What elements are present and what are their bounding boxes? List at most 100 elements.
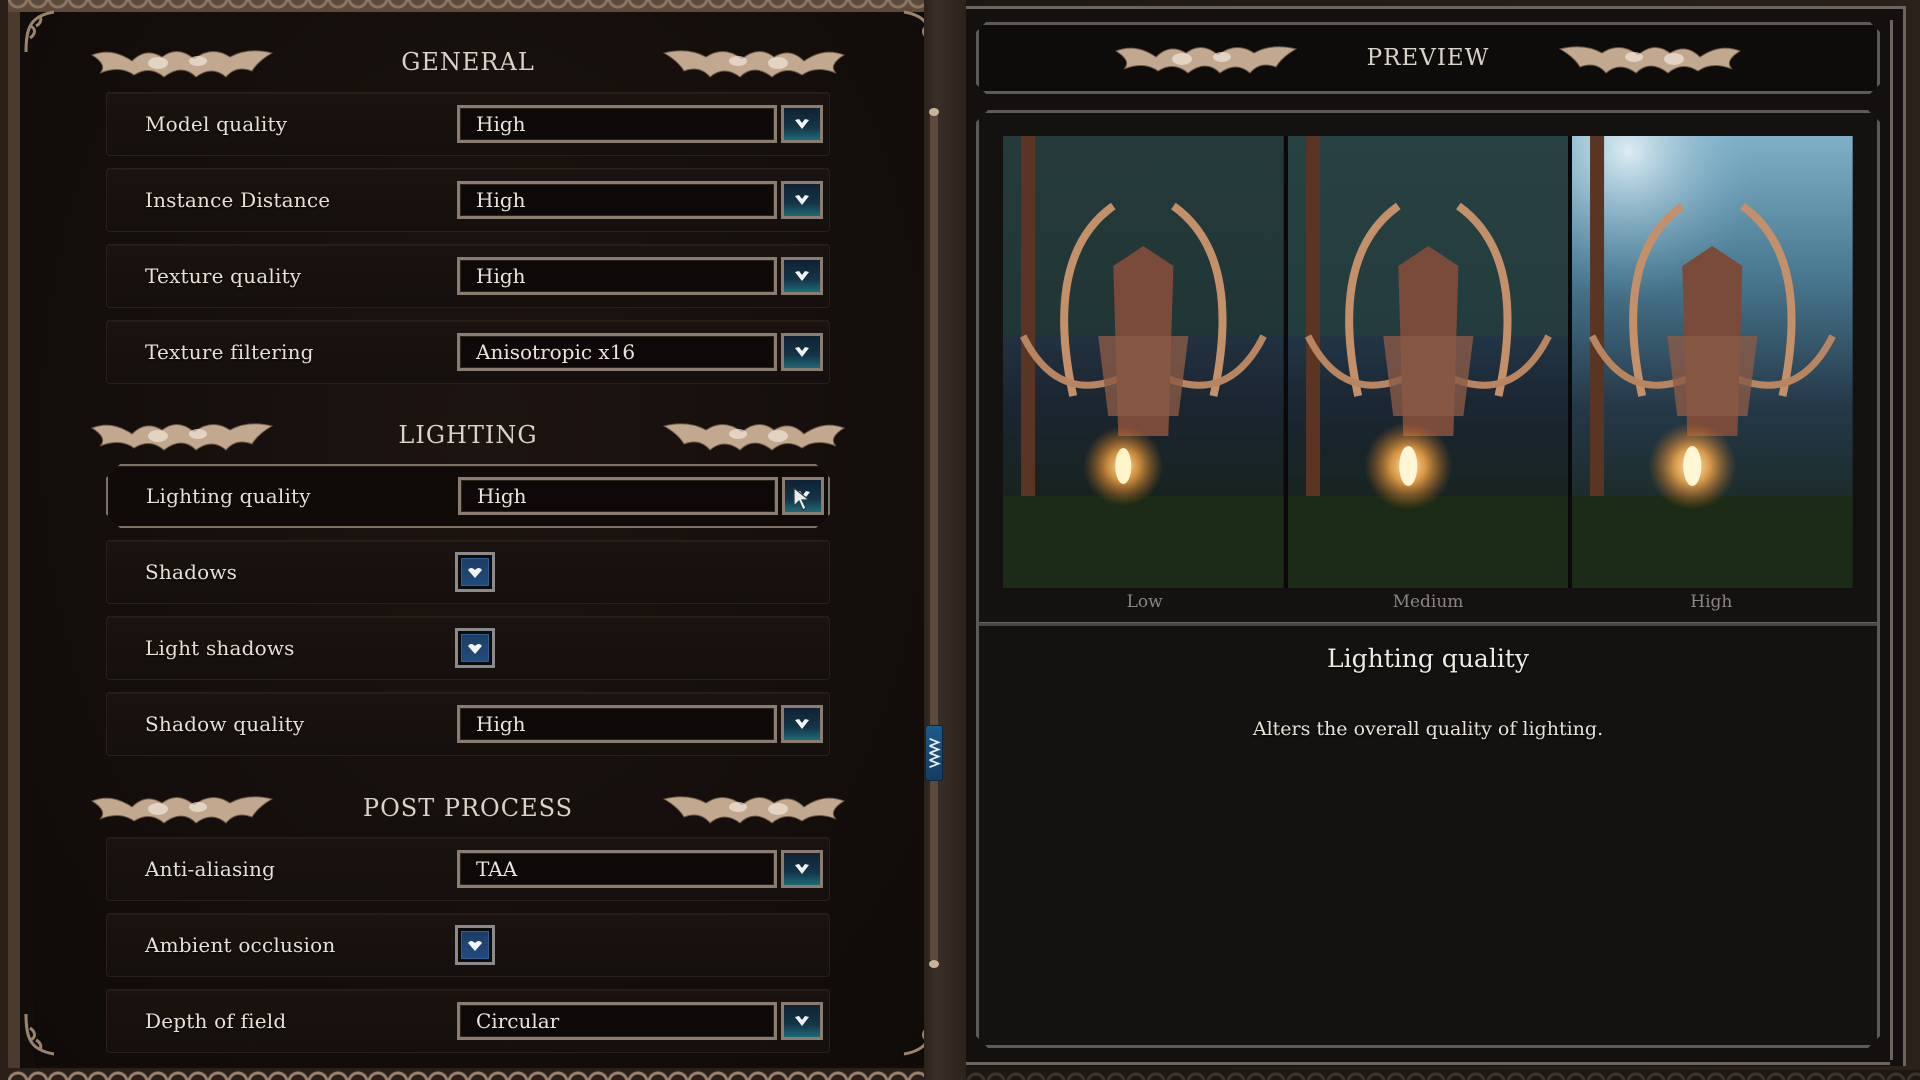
filigree-ornament-icon	[1549, 41, 1744, 75]
preview-label-medium: Medium	[1392, 592, 1464, 612]
checkbox-fill	[461, 558, 489, 586]
bottom-border-decoration	[966, 1070, 1920, 1080]
filigree-ornament-icon	[88, 791, 283, 825]
setting-row-anti-aliasing: Anti-aliasing TAA	[106, 837, 830, 901]
section-header-lighting: LIGHTING	[88, 415, 848, 455]
chevron-down-icon	[795, 1016, 809, 1026]
checkbox-fill	[461, 931, 489, 959]
preview-image-strip	[1003, 136, 1854, 588]
setting-row-model-quality: Model quality High	[106, 92, 830, 156]
chevron-down-icon	[795, 271, 809, 281]
top-border-decoration	[8, 0, 938, 12]
chevron-down-icon	[795, 195, 809, 205]
depth-of-field-dropdown[interactable]: Circular	[457, 1002, 823, 1040]
dropdown-button[interactable]	[781, 1002, 823, 1040]
setting-label: Model quality	[145, 112, 288, 136]
chevron-down-icon	[795, 719, 809, 729]
setting-row-ambient-occlusion: Ambient occlusion	[106, 913, 830, 977]
setting-row-light-shadows: Light shadows	[106, 616, 830, 680]
filigree-ornament-icon	[1112, 41, 1307, 75]
dropdown-button[interactable]	[781, 257, 823, 295]
light-shadows-checkbox[interactable]	[455, 628, 495, 668]
preview-label-low: Low	[1126, 592, 1163, 612]
setting-row-shadow-quality: Shadow quality High	[106, 692, 830, 756]
preview-separator	[979, 622, 1877, 626]
preview-image-medium	[1287, 136, 1569, 588]
setting-label: Instance Distance	[145, 188, 331, 212]
dropdown-value[interactable]: High	[457, 257, 777, 295]
setting-row-texture-quality: Texture quality High	[106, 244, 830, 308]
scroll-grip-icon	[929, 737, 941, 769]
shadows-checkbox[interactable]	[455, 552, 495, 592]
preview-title: PREVIEW	[1366, 45, 1490, 71]
chevron-down-icon	[795, 864, 809, 874]
dropdown-value[interactable]: High	[457, 705, 777, 743]
checkbox-fill	[461, 634, 489, 662]
section-header-post-process: POST PROCESS	[88, 788, 848, 828]
scrollbar-end-cap	[929, 108, 939, 116]
checkmark-icon	[468, 644, 482, 654]
dropdown-value[interactable]: TAA	[457, 850, 777, 888]
preview-frame-edge	[1890, 20, 1893, 1060]
section-title: LIGHTING	[398, 421, 538, 449]
scrollbar-track[interactable]	[930, 110, 938, 960]
section-title: GENERAL	[401, 48, 535, 76]
preview-image-labels: Low Medium High	[1003, 592, 1853, 616]
texture-filtering-dropdown[interactable]: Anisotropic x16	[457, 333, 823, 371]
setting-label: Texture filtering	[145, 340, 314, 364]
description-title: Lighting quality	[1327, 644, 1529, 673]
chevron-down-icon	[795, 119, 809, 129]
setting-label: Light shadows	[145, 636, 295, 660]
setting-row-texture-filtering: Texture filtering Anisotropic x16	[106, 320, 830, 384]
section-title: POST PROCESS	[362, 794, 574, 822]
mouse-pointer-icon	[792, 486, 814, 512]
setting-label: Anti-aliasing	[145, 857, 276, 881]
description-text: Alters the overall quality of lighting.	[1252, 718, 1604, 740]
scrollbar-end-cap	[929, 960, 939, 968]
setting-label: Ambient occlusion	[145, 933, 336, 957]
instance-distance-dropdown[interactable]: High	[457, 181, 823, 219]
texture-quality-dropdown[interactable]: High	[457, 257, 823, 295]
filigree-ornament-icon	[653, 791, 848, 825]
scrollbar-thumb[interactable]	[925, 725, 943, 781]
checkmark-icon	[468, 941, 482, 951]
model-quality-dropdown[interactable]: High	[457, 105, 823, 143]
filigree-ornament-icon	[88, 45, 283, 79]
corner-ornament-icon	[22, 8, 58, 54]
dropdown-button[interactable]	[781, 181, 823, 219]
dropdown-value[interactable]: High	[458, 477, 778, 515]
filigree-ornament-icon	[653, 418, 848, 452]
lighting-quality-dropdown[interactable]: High	[458, 477, 780, 515]
checkmark-icon	[468, 568, 482, 578]
setting-row-shadows: Shadows	[106, 540, 830, 604]
filigree-ornament-icon	[653, 45, 848, 79]
setting-row-depth-of-field: Depth of field Circular	[106, 989, 830, 1053]
corner-ornament-icon	[22, 1012, 58, 1058]
setting-label: Lighting quality	[146, 484, 311, 508]
ambient-occlusion-checkbox[interactable]	[455, 925, 495, 965]
dropdown-button[interactable]	[781, 705, 823, 743]
preview-label-high: High	[1690, 592, 1733, 612]
setting-row-lighting-quality: Lighting quality High	[106, 464, 830, 528]
section-header-general: GENERAL	[88, 42, 848, 82]
setting-label: Shadow quality	[145, 712, 305, 736]
dropdown-button[interactable]	[781, 850, 823, 888]
dropdown-value[interactable]: Anisotropic x16	[457, 333, 777, 371]
anti-aliasing-dropdown[interactable]: TAA	[457, 850, 823, 888]
chevron-down-icon	[795, 347, 809, 357]
shadow-quality-dropdown[interactable]: High	[457, 705, 823, 743]
dropdown-value[interactable]: High	[457, 181, 777, 219]
setting-label: Texture quality	[145, 264, 302, 288]
dropdown-value[interactable]: High	[457, 105, 777, 143]
dropdown-button[interactable]	[781, 333, 823, 371]
preview-image-high	[1572, 136, 1854, 588]
setting-label: Shadows	[145, 560, 238, 584]
bottom-border-decoration	[8, 1068, 938, 1080]
dropdown-button[interactable]	[781, 105, 823, 143]
dropdown-value[interactable]: Circular	[457, 1002, 777, 1040]
setting-row-instance-distance: Instance Distance High	[106, 168, 830, 232]
filigree-ornament-icon	[88, 418, 283, 452]
setting-label: Depth of field	[145, 1009, 287, 1033]
preview-image-low	[1003, 136, 1284, 588]
preview-header: PREVIEW	[976, 22, 1880, 94]
